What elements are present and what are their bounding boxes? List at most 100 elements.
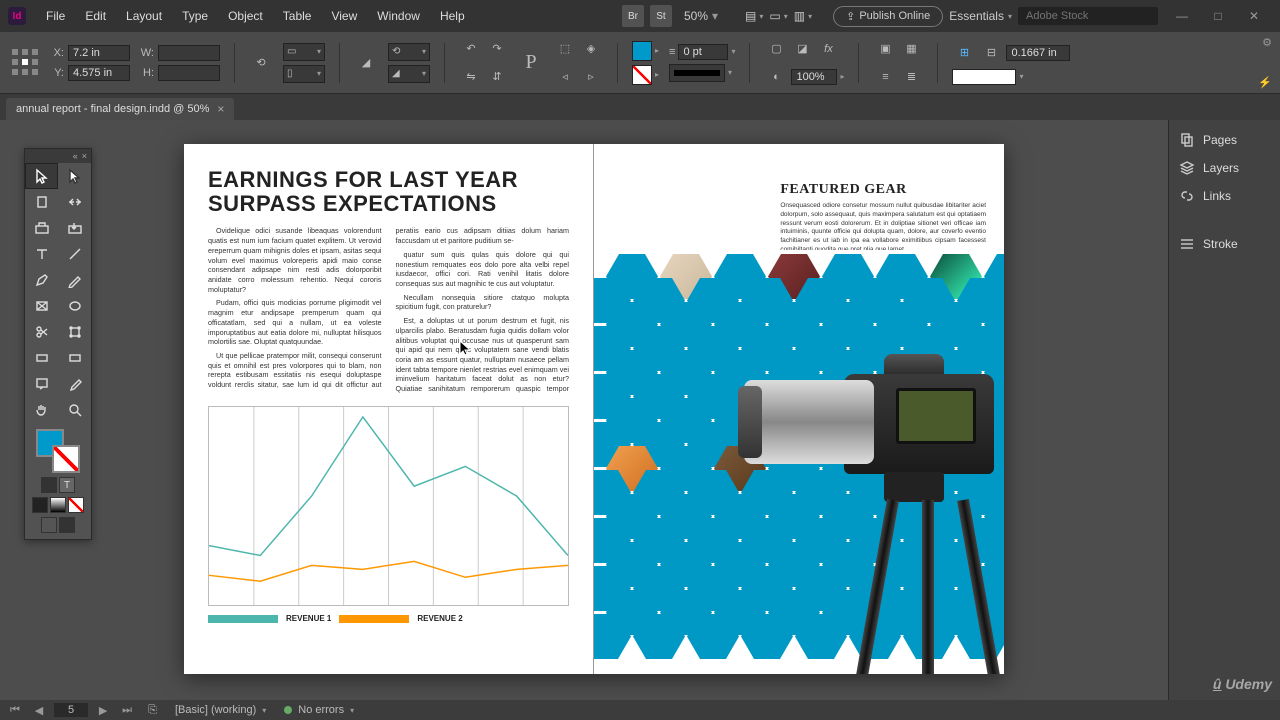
y-input[interactable] [68,65,130,81]
apply-none-icon[interactable] [68,497,84,513]
hand-tool[interactable] [25,397,58,423]
close-icon[interactable]: × [217,102,224,116]
text-wrap-none-icon[interactable]: ▣ [873,37,897,61]
scale-y-input[interactable]: ▯▾ [283,65,325,83]
page-right[interactable]: FEATURED GEAR Onsequasced odiore consetu… [594,144,1004,674]
select-prev-icon[interactable]: ◃ [553,65,577,89]
stroke-weight-input[interactable] [678,44,728,60]
view-options-icon[interactable]: ▤▾ [745,9,763,23]
preflight-profile[interactable]: [Basic] (working)▾ [169,704,272,716]
shear-icon[interactable]: ◢ [354,51,378,75]
open-dropdown[interactable]: ⎘ [142,704,163,717]
bridge-button[interactable]: Br [622,5,644,27]
x-input[interactable] [68,45,130,61]
gradient-swatch-tool[interactable] [25,345,58,371]
rotate-cw-icon[interactable]: ↷ [485,37,509,61]
gradient-feather-tool[interactable] [58,345,91,371]
pen-tool[interactable] [25,267,58,293]
menu-file[interactable]: File [36,9,75,23]
panel-close-icon[interactable]: × [82,151,87,161]
menu-table[interactable]: Table [273,9,322,23]
panel-pages[interactable]: Pages [1169,126,1280,154]
gear-icon[interactable]: ⚙ [1262,36,1272,49]
menu-help[interactable]: Help [430,9,475,23]
stock-search-input[interactable] [1018,7,1158,25]
select-container-icon[interactable]: ⬚ [553,37,577,61]
bolt-icon[interactable]: ⚡ [1258,76,1272,89]
page-left[interactable]: EARNINGS FOR LAST YEAR SURPASS EXPECTATI… [184,144,594,674]
paragraph-style-icon[interactable]: P [519,51,543,75]
menu-window[interactable]: Window [367,9,430,23]
align-right-icon[interactable]: ≣ [899,65,923,89]
rotate-icon[interactable]: ⟲ [249,51,273,75]
arrange-icon[interactable]: ▥▾ [794,9,812,23]
panel-links[interactable]: Links [1169,182,1280,210]
text-wrap-bbox-icon[interactable]: ▦ [899,37,923,61]
publish-online-button[interactable]: ⇪Publish Online [833,6,943,27]
formatting-container-icon[interactable] [41,477,57,493]
selection-tool[interactable] [25,163,58,189]
type-tool[interactable] [25,241,58,267]
menu-type[interactable]: Type [172,9,218,23]
corner-options-icon[interactable]: ▢ [764,37,788,61]
page-tool[interactable] [25,189,58,215]
formatting-text-icon[interactable]: T [59,477,75,493]
tools-panel[interactable]: « × T [24,148,92,540]
apply-color-icon[interactable] [32,497,48,513]
reference-point[interactable] [12,49,40,77]
note-tool[interactable] [25,371,58,397]
rectangle-frame-tool[interactable] [25,293,58,319]
menu-layout[interactable]: Layout [116,9,172,23]
fill-stroke-proxy[interactable] [36,429,80,473]
normal-view-icon[interactable] [41,517,57,533]
align-left-icon[interactable]: ≡ [873,65,897,89]
fx-icon[interactable]: fx [816,37,840,61]
flip-v-icon[interactable]: ⇵ [485,65,509,89]
preflight-status[interactable]: No errors▾ [278,704,360,716]
ellipse-tool[interactable] [58,293,91,319]
stroke-swatch[interactable] [632,65,652,85]
free-transform-tool[interactable] [58,319,91,345]
scale-x-input[interactable]: ▭▾ [283,43,325,61]
gap-tool[interactable] [58,189,91,215]
column-value-input[interactable] [1006,45,1070,61]
object-style-dropdown[interactable] [952,69,1016,85]
rotate-input[interactable]: ⟲▾ [388,43,430,61]
apply-gradient-icon[interactable] [50,497,66,513]
stroke-style-dropdown[interactable] [669,64,725,82]
pencil-tool[interactable] [58,267,91,293]
shear-input[interactable]: ◢▾ [388,65,430,83]
select-content-icon[interactable]: ◈ [579,37,603,61]
select-next-icon[interactable]: ▹ [579,65,603,89]
direct-selection-tool[interactable] [58,163,91,189]
canvas[interactable]: EARNINGS FOR LAST YEAR SURPASS EXPECTATI… [0,120,1168,700]
collapse-icon[interactable]: « [73,151,78,161]
drop-shadow-icon[interactable]: ◪ [790,37,814,61]
scissors-tool[interactable] [25,319,58,345]
workspace-switcher[interactable]: Essentials▾ [949,9,1012,23]
first-page-button[interactable]: ⏮ [6,704,24,717]
window-minimize-icon[interactable]: — [1164,6,1200,26]
screen-mode-icon[interactable]: ▭▾ [769,9,787,23]
menu-object[interactable]: Object [218,9,273,23]
w-input[interactable] [158,45,220,61]
page-number-input[interactable]: 5 [54,703,88,717]
opacity-input[interactable] [791,69,837,85]
h-input[interactable] [158,65,220,81]
zoom-level[interactable]: 50%▾ [678,9,724,23]
stock-button[interactable]: St [650,5,672,27]
eyedropper-tool[interactable] [58,371,91,397]
menu-view[interactable]: View [321,9,367,23]
fill-swatch[interactable] [632,41,652,61]
prev-page-button[interactable]: ◀ [30,704,48,717]
flip-h-icon[interactable]: ⇋ [459,65,483,89]
last-page-button[interactable]: ⏭ [118,704,136,717]
zoom-tool[interactable] [58,397,91,423]
window-maximize-icon[interactable]: □ [1200,6,1236,26]
content-collector-tool[interactable] [25,215,58,241]
gutter-icon[interactable]: ⊟ [979,41,1003,65]
rotate-ccw-icon[interactable]: ↶ [459,37,483,61]
panel-stroke[interactable]: Stroke [1169,230,1280,258]
menu-edit[interactable]: Edit [75,9,116,23]
content-placer-tool[interactable] [58,215,91,241]
